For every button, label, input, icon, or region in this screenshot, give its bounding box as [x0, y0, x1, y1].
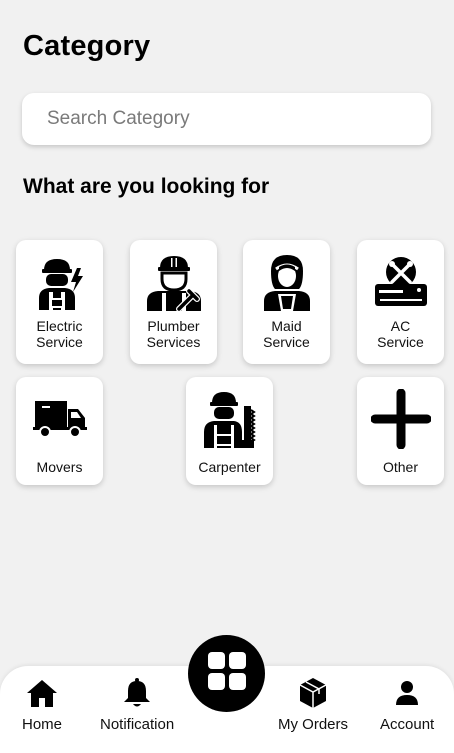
user-icon [390, 676, 424, 710]
carpenter-icon [200, 389, 260, 449]
category-label: Electric Service [36, 318, 83, 350]
nav-notification[interactable]: Notification [100, 676, 174, 733]
category-label: Other [382, 459, 418, 475]
moving-truck-icon [30, 389, 90, 449]
grid-icon [207, 651, 247, 696]
nav-label: Home [22, 716, 63, 733]
bell-icon [120, 676, 154, 710]
box-icon [296, 676, 330, 710]
search-input[interactable] [22, 93, 431, 145]
home-icon [25, 676, 59, 710]
page-title: Category [23, 30, 151, 62]
nav-home[interactable]: Home [22, 676, 62, 733]
section-title: What are you looking for [23, 175, 270, 198]
category-label: AC Service [377, 318, 424, 350]
nav-label: My Orders [278, 716, 349, 733]
maid-icon [257, 252, 317, 312]
category-card-movers[interactable]: Movers [16, 377, 103, 485]
category-label: Carpenter [198, 459, 261, 475]
category-card-plumber[interactable]: Plumber Services [130, 240, 217, 364]
category-label: Plumber Services [146, 318, 201, 350]
category-label: Maid Service [263, 318, 310, 350]
nav-label: Notification [100, 716, 175, 733]
electrician-icon [30, 252, 90, 312]
nav-label: Account [380, 716, 435, 733]
category-label: Movers [36, 459, 83, 475]
nav-my-orders[interactable]: My Orders [278, 676, 348, 733]
plus-icon [370, 389, 431, 449]
category-card-carpenter[interactable]: Carpenter [186, 377, 273, 485]
categories-fab-button[interactable] [188, 635, 265, 712]
nav-account[interactable]: Account [380, 676, 434, 733]
category-card-other[interactable]: Other [357, 377, 444, 485]
category-card-electric[interactable]: Electric Service [16, 240, 103, 364]
plumber-icon [144, 252, 204, 312]
category-card-ac[interactable]: AC Service [357, 240, 444, 364]
category-card-maid[interactable]: Maid Service [243, 240, 330, 364]
ac-repair-icon [371, 252, 431, 312]
